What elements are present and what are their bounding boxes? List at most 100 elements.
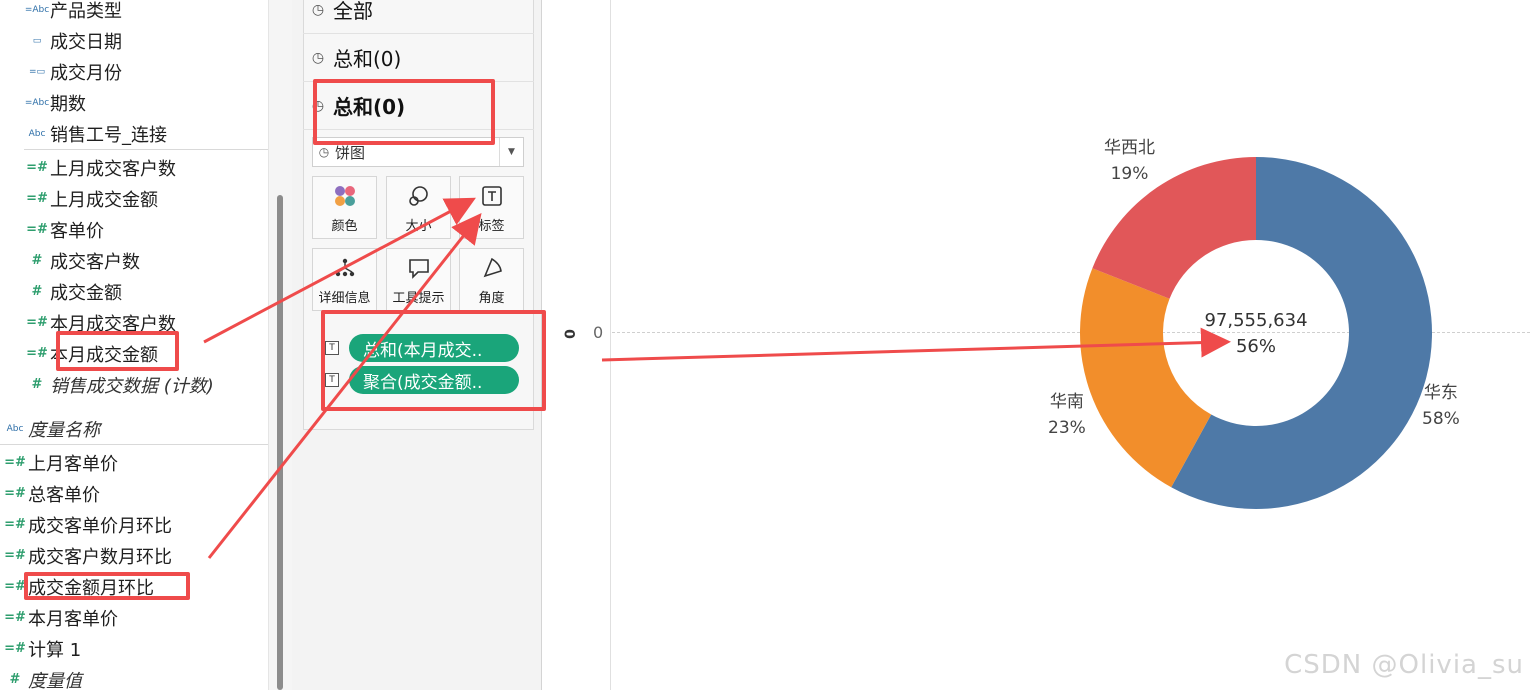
field-label: 客单价: [50, 220, 104, 242]
label-icon: T: [325, 341, 339, 355]
calc-measure-icon: =#: [4, 579, 26, 594]
field-dimension[interactable]: =Abc 产品类型: [24, 0, 122, 25]
pie-clock-icon: ◷: [318, 145, 330, 159]
label-button[interactable]: 标签: [459, 176, 524, 239]
chevron-down-icon[interactable]: ▼: [499, 138, 523, 166]
axis-tick-label: 0: [593, 323, 604, 342]
string-field-icon: Abc: [28, 128, 46, 139]
field-label: 本月成交金额: [50, 344, 158, 366]
field-label: 本月客单价: [28, 608, 118, 630]
label-icon: [481, 177, 503, 215]
field-label: 产品类型: [50, 0, 122, 22]
marks-tab-all[interactable]: ◷ 全部: [303, 0, 534, 34]
angle-icon: [480, 249, 504, 287]
slice-name: 华东: [1423, 383, 1458, 403]
calc-measure-icon: =#: [4, 610, 26, 625]
field-label: 总客单价: [28, 484, 100, 506]
field-measure[interactable]: =# 上月客单价: [2, 447, 118, 478]
string-calc-icon: =Abc: [24, 97, 50, 108]
size-icon: [407, 177, 431, 215]
color-dots-icon: [333, 177, 357, 215]
field-label: 成交金额月环比: [28, 577, 154, 599]
field-label: 度量值: [28, 670, 82, 690]
label-shelf-row[interactable]: T 总和(本月成交..: [325, 334, 519, 362]
field-dimension[interactable]: =▭ 成交月份: [24, 56, 122, 87]
slice-percent: 19%: [1110, 164, 1149, 184]
field-label: 成交客户数: [50, 251, 140, 273]
field-measure[interactable]: # 成交客户数: [24, 245, 140, 276]
calc-measure-icon: =#: [4, 486, 26, 501]
calc-measure-icon: =#: [26, 160, 48, 175]
measure-icon: #: [31, 284, 43, 299]
marks-tab-sum-2[interactable]: ◷ 总和(0): [303, 82, 534, 130]
slice-label-华南: 华南 23%: [1048, 389, 1086, 441]
size-button[interactable]: 大小: [386, 176, 451, 239]
field-measure[interactable]: # 销售成交数据 (计数): [24, 369, 214, 400]
tooltip-button[interactable]: 工具提示: [386, 248, 451, 311]
pie-clock-icon: ◷: [311, 1, 325, 18]
slice-name: 华西北: [1104, 138, 1155, 158]
color-button[interactable]: 颜色: [312, 176, 377, 239]
button-label: 角度: [478, 291, 505, 306]
calc-measure-icon: =#: [26, 222, 48, 237]
calc-measure-icon: =#: [4, 641, 26, 656]
field-measure[interactable]: =# 总客单价: [2, 478, 100, 509]
divider: [0, 444, 268, 445]
field-measure[interactable]: =# 成交金额月环比: [2, 571, 154, 602]
calendar-icon: ▭: [32, 35, 42, 46]
field-measure-names[interactable]: Abc 度量名称: [2, 413, 100, 444]
data-pane-scrollbar-thumb[interactable]: [277, 195, 283, 690]
field-measure[interactable]: =# 本月客单价: [2, 602, 118, 633]
field-measure-values[interactable]: # 度量值: [2, 664, 82, 690]
field-label: 销售成交数据 (计数): [50, 375, 214, 397]
label-icon: T: [325, 373, 339, 387]
measure-pill[interactable]: 总和(本月成交..: [349, 334, 519, 362]
field-dimension[interactable]: Abc 销售工号_连接: [24, 118, 167, 149]
detail-icon: [333, 249, 357, 287]
field-label: 计算 1: [28, 639, 82, 661]
marks-tab-label: 总和(0): [333, 95, 406, 119]
calendar-calc-icon: =▭: [28, 66, 46, 77]
field-measure[interactable]: =# 成交客户数月环比: [2, 540, 172, 571]
axis-title[interactable]: 0: [563, 329, 579, 339]
field-measure[interactable]: =# 计算 1: [2, 633, 81, 664]
marks-tab-label: 全部: [333, 0, 373, 23]
field-label: 期数: [50, 93, 86, 115]
marks-tab-label: 总和(0): [333, 47, 402, 71]
field-measure[interactable]: =# 上月成交客户数: [24, 152, 176, 183]
angle-button[interactable]: 角度: [459, 248, 524, 311]
field-measure[interactable]: =# 成交客单价月环比: [2, 509, 172, 540]
string-field-icon: Abc: [6, 423, 24, 434]
calc-measure-icon: =#: [4, 517, 26, 532]
field-dimension[interactable]: =Abc 期数: [24, 87, 86, 118]
measure-pill[interactable]: 聚合(成交金额..: [349, 366, 519, 394]
pie-clock-icon: ◷: [311, 97, 325, 114]
field-dimension[interactable]: ▭ 成交日期: [24, 25, 122, 56]
calc-measure-icon: =#: [26, 191, 48, 206]
field-label: 成交日期: [50, 31, 122, 53]
button-label: 颜色: [331, 219, 358, 234]
mark-type-dropdown[interactable]: ◷ 饼图 ▼: [312, 137, 524, 167]
field-label: 度量名称: [28, 419, 100, 441]
measure-icon: #: [31, 377, 43, 392]
field-measure[interactable]: =# 本月成交金额: [24, 338, 158, 369]
button-label: 标签: [478, 219, 505, 234]
label-shelf-row[interactable]: T 聚合(成交金额..: [325, 366, 519, 394]
donut-center-label: 97,555,634 56%: [1196, 308, 1316, 360]
field-label: 成交金额: [50, 282, 122, 304]
detail-button[interactable]: 详细信息: [312, 248, 377, 311]
marks-tab-sum-1[interactable]: ◷ 总和(0): [303, 34, 534, 82]
field-label: 成交客户数月环比: [28, 546, 172, 568]
slice-name: 华南: [1049, 392, 1084, 412]
button-label: 工具提示: [392, 291, 445, 306]
field-measure[interactable]: =# 本月成交客户数: [24, 307, 176, 338]
field-measure[interactable]: =# 客单价: [24, 214, 104, 245]
field-label: 销售工号_连接: [50, 124, 167, 146]
pie-clock-icon: ◷: [311, 49, 325, 66]
field-measure[interactable]: # 成交金额: [24, 276, 122, 307]
calc-measure-icon: =#: [26, 346, 48, 361]
tooltip-icon: [407, 249, 431, 287]
slice-percent: 58%: [1422, 409, 1460, 429]
field-measure[interactable]: =# 上月成交金额: [24, 183, 158, 214]
field-label: 成交客单价月环比: [28, 515, 172, 537]
